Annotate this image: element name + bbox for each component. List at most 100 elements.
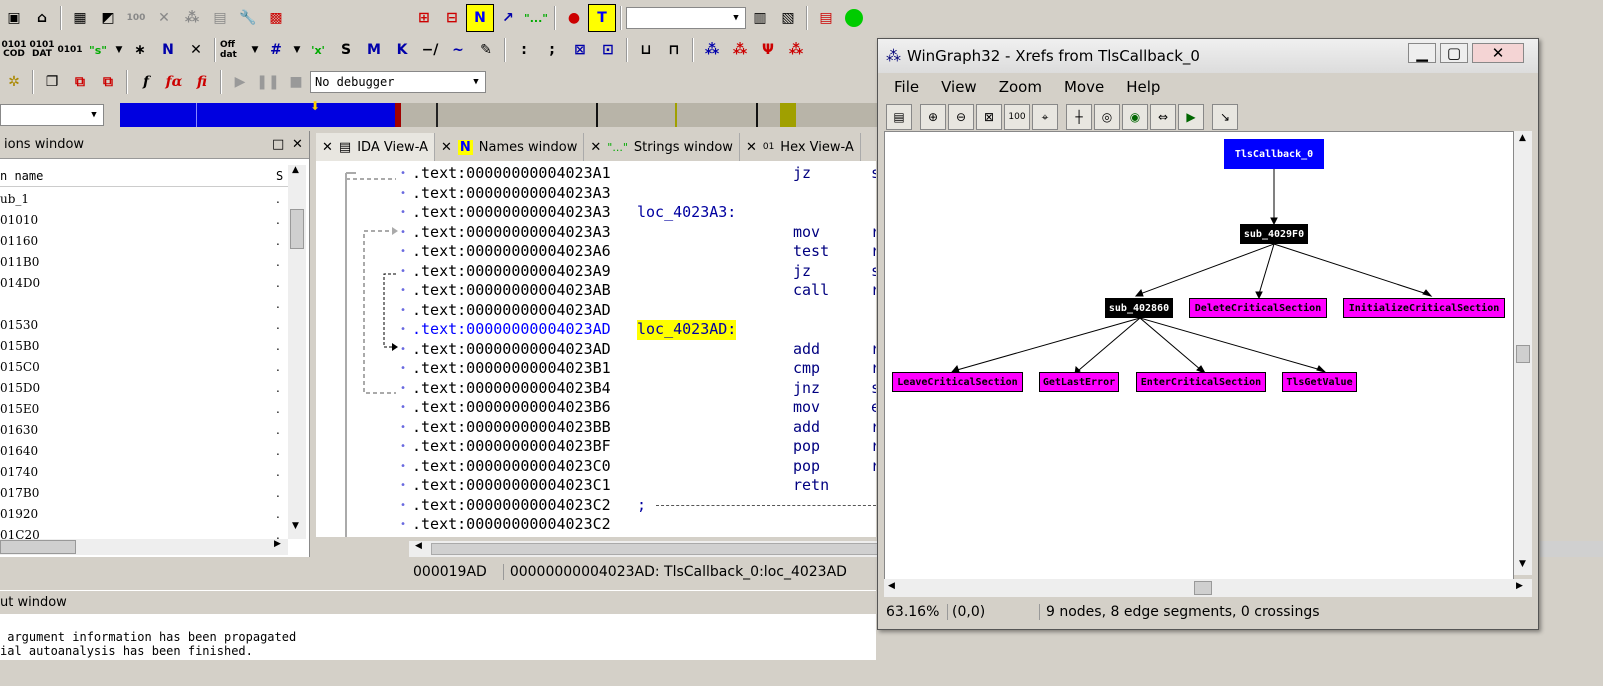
restore-icon[interactable]: □ <box>272 137 284 152</box>
column-name-header[interactable]: n name <box>0 169 43 183</box>
rotate-icon[interactable]: ◎ <box>1094 104 1120 130</box>
list-item[interactable]: 017B0. <box>0 483 288 504</box>
pause-icon[interactable]: ❚❚ <box>254 68 282 96</box>
text-icon[interactable]: T <box>588 4 616 32</box>
graph-node-function[interactable]: sub_402860 <box>1105 298 1173 318</box>
k-icon[interactable]: K <box>388 36 416 64</box>
nav-select[interactable]: ▼ <box>0 104 104 126</box>
wrench-icon[interactable]: 🔧 <box>234 4 262 32</box>
graph-canvas[interactable]: TlsCallback_0 sub_4029F0 sub_402860 Dele… <box>884 131 1514 585</box>
comment-icon[interactable]: : <box>510 36 538 64</box>
graph-node-root[interactable]: TlsCallback_0 <box>1224 139 1324 169</box>
xref-graph-icon[interactable]: ⁂ <box>726 36 754 64</box>
list-icon[interactable]: ▥ <box>746 4 774 32</box>
graph-node-import[interactable]: GetLastError <box>1039 372 1119 392</box>
tab-names-window[interactable]: ✕ N Names window <box>435 133 585 161</box>
list-item[interactable]: 01C20. <box>0 525 288 539</box>
xref-from-icon[interactable]: ⁂ <box>782 36 810 64</box>
zoom-out-icon[interactable]: ⊖ <box>948 104 974 130</box>
graph-node-import[interactable]: EnterCriticalSection <box>1136 372 1266 392</box>
stop-icon[interactable]: ■ <box>282 68 310 96</box>
list-item[interactable]: 01740. <box>0 462 288 483</box>
code-line[interactable]: • .text:00000000004023A1 jz s <box>316 164 876 184</box>
scroll-thumb[interactable] <box>1194 581 1212 595</box>
tree-icon[interactable]: ⁂ <box>178 4 206 32</box>
graph-icon[interactable]: ◩ <box>94 4 122 32</box>
tool-icon[interactable]: ⌂ <box>28 4 56 32</box>
menu-zoom[interactable]: Zoom <box>999 78 1042 96</box>
jump-icon[interactable]: ↗ <box>494 4 522 32</box>
list-item[interactable]: . <box>0 294 288 315</box>
data-icon[interactable]: 0101 DAT <box>28 36 56 64</box>
rename-icon[interactable]: N <box>154 36 182 64</box>
list-item[interactable]: ub_1. <box>0 189 288 210</box>
flowchart-icon[interactable]: ⁂ <box>698 36 726 64</box>
struct-icon[interactable]: S <box>332 36 360 64</box>
tab-hex-view[interactable]: ✕ 01 Hex View-A <box>740 133 861 161</box>
wingraph-title-bar[interactable]: ⁂ WinGraph32 - Xrefs from TlsCallback_0 … <box>878 39 1538 73</box>
scroll-down-icon[interactable]: ▼ <box>292 521 299 531</box>
code-line[interactable]: • .text:00000000004023C1 retn <box>316 476 876 496</box>
code-label[interactable]: loc_4023AD: <box>637 320 737 340</box>
edit-icon[interactable]: ✎ <box>472 36 500 64</box>
list-item[interactable]: 015E0. <box>0 399 288 420</box>
chevron-down-icon[interactable]: ▼ <box>248 36 262 64</box>
bookmark-icon[interactable]: ● <box>560 4 588 32</box>
close-icon[interactable]: ✕ <box>746 140 757 155</box>
undefine-icon[interactable]: 0101 <box>56 36 84 64</box>
code-line[interactable]: • .text:00000000004023A3 loc_4023A3: <box>316 203 876 223</box>
hide-icon[interactable]: ⊠ <box>566 36 594 64</box>
window-icon[interactable]: ❐ <box>38 68 66 96</box>
tab-ida-view[interactable]: ✕ ▤ IDA View-A <box>316 133 435 161</box>
negate-icon[interactable]: −/ <box>416 36 444 64</box>
code-line[interactable]: • .text:00000000004023A3 mov r <box>316 223 876 243</box>
string-icon[interactable]: "s" <box>84 36 112 64</box>
code-label[interactable]: ; <box>637 496 646 516</box>
scroll-thumb[interactable] <box>431 543 881 555</box>
tool-icon[interactable]: ▣ <box>0 4 28 32</box>
list-item[interactable]: 01010. <box>0 210 288 231</box>
print-icon[interactable]: ▤ <box>206 4 234 32</box>
code-line[interactable]: • .text:00000000004023C2 <box>316 515 876 535</box>
vertical-scrollbar[interactable]: ▲ ▼ <box>288 165 306 539</box>
scroll-thumb[interactable] <box>0 540 76 554</box>
color-icon[interactable]: ▩ <box>262 4 290 32</box>
menu-file[interactable]: File <box>894 78 919 96</box>
chevron-down-icon[interactable]: ▼ <box>290 36 304 64</box>
center-icon[interactable]: ⌖ <box>1032 104 1058 130</box>
bitwise-icon[interactable]: ~ <box>444 36 472 64</box>
list-item[interactable]: 014D0. <box>0 273 288 294</box>
xref-to-icon[interactable]: Ψ <box>754 36 782 64</box>
graph-node-import[interactable]: InitializeCriticalSection <box>1343 298 1505 318</box>
chevron-down-icon[interactable]: ▼ <box>112 36 126 64</box>
offset-icon[interactable]: Off dat <box>220 36 248 64</box>
horizontal-scrollbar[interactable]: ▶ <box>0 539 288 555</box>
print-icon[interactable]: ▤ <box>886 104 912 130</box>
strings-icon[interactable]: "..." <box>522 4 550 32</box>
function-end-icon[interactable]: fi <box>188 68 216 96</box>
menu-help[interactable]: Help <box>1126 78 1160 96</box>
code-line[interactable]: • .text:00000000004023AD loc_4023AD: <box>316 320 876 340</box>
window-icon[interactable]: ⧉ <box>94 68 122 96</box>
function-edit-icon[interactable]: fɑ <box>160 68 188 96</box>
list-item[interactable]: 015B0. <box>0 336 288 357</box>
xref-icon[interactable]: ⊟ <box>438 4 466 32</box>
code-line[interactable]: • .text:00000000004023C0 pop r <box>316 457 876 477</box>
zoom-100-icon[interactable]: 100 <box>122 4 150 32</box>
function-icon[interactable]: f <box>132 68 160 96</box>
maximize-button[interactable]: ▢ <box>1440 43 1468 63</box>
scroll-right-icon[interactable]: ▶ <box>1516 581 1523 591</box>
menu-move[interactable]: Move <box>1064 78 1104 96</box>
zoom-in-icon[interactable]: ⊕ <box>920 104 946 130</box>
minimize-button[interactable]: ▁ <box>1408 43 1436 63</box>
chart-icon[interactable]: ⊔ <box>632 36 660 64</box>
list-item[interactable]: 01160. <box>0 231 288 252</box>
code-icon[interactable]: 0101 COD <box>0 36 28 64</box>
hash-icon[interactable]: # <box>262 36 290 64</box>
close-icon[interactable]: ✕ <box>292 137 303 152</box>
graph-node-import[interactable]: DeleteCriticalSection <box>1189 298 1327 318</box>
enum-icon[interactable]: M <box>360 36 388 64</box>
column-s-header[interactable]: S <box>276 165 283 187</box>
scroll-left-icon[interactable]: ◀ <box>415 541 422 551</box>
list-item[interactable]: 01920. <box>0 504 288 525</box>
